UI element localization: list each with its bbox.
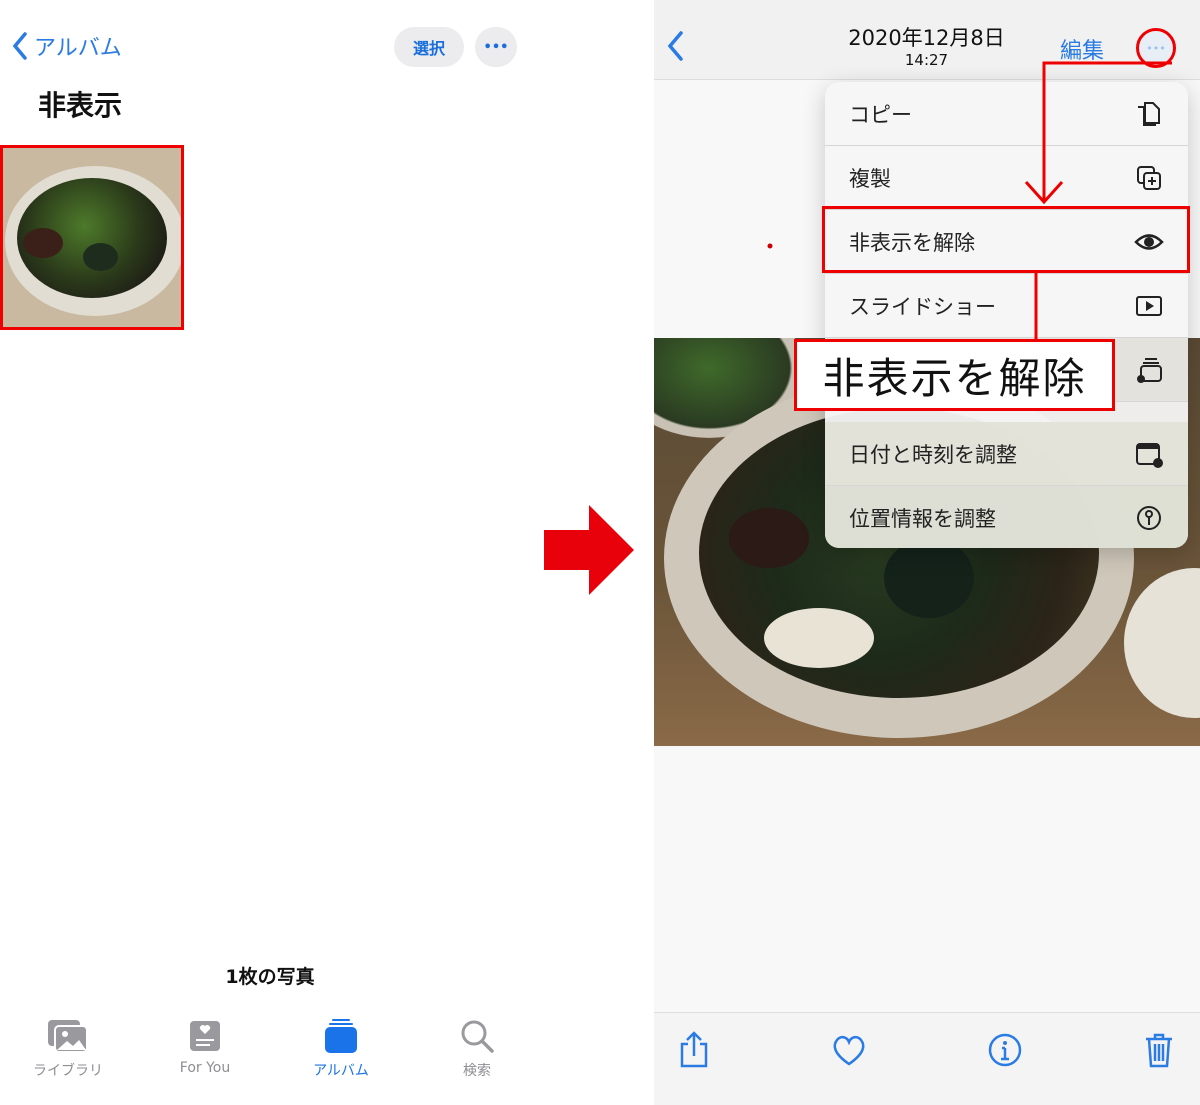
trash-icon <box>1146 1033 1172 1068</box>
tab-label: For You <box>179 1060 231 1076</box>
tab-library[interactable]: ライブラリ <box>18 1018 118 1080</box>
location-info-icon <box>1137 506 1161 530</box>
back-label: アルバム <box>34 36 122 61</box>
info-button[interactable] <box>985 1030 1025 1070</box>
chevron-left-icon <box>12 32 27 60</box>
delete-button[interactable] <box>1139 1030 1179 1070</box>
select-button[interactable]: 選択 <box>394 27 464 67</box>
info-icon <box>988 1033 1022 1067</box>
callout-label: 非表示を解除 <box>794 339 1115 411</box>
back-button[interactable]: アルバム <box>12 30 122 62</box>
arrow-right-icon <box>544 505 634 595</box>
tab-for-you[interactable]: For You <box>155 1018 255 1076</box>
menu-label: 日付と時刻を調整 <box>849 442 1017 467</box>
for-you-icon <box>190 1021 220 1051</box>
photo-detail-screen: 2020年12月8日 14:27 編集 ••• コピー 複製 非表示を解除 スラ… <box>654 0 1200 1105</box>
menu-label: 位置情報を調整 <box>849 507 996 531</box>
page-title: 非表示 <box>38 89 123 122</box>
menu-item-adjust-location[interactable]: 位置情報を調整 <box>825 486 1188 548</box>
photo-thumbnail[interactable] <box>0 145 184 330</box>
album-icon <box>325 1019 357 1053</box>
menu-item-adjust-date[interactable]: 日付と時刻を調整 <box>825 422 1188 486</box>
favorite-button[interactable] <box>829 1030 869 1070</box>
tab-label: 検索 <box>463 1063 491 1079</box>
photo-library-icon <box>48 1020 88 1053</box>
search-icon <box>461 1020 494 1053</box>
hidden-album-screen: アルバム 選択 ••• 非表示 1枚の写真 ライブラリ For You アルバム… <box>0 0 540 1105</box>
tab-search[interactable]: 検索 <box>427 1018 527 1080</box>
photo-count: 1枚の写真 <box>225 966 315 988</box>
bottom-toolbar <box>654 1012 1200 1105</box>
tab-label: アルバム <box>313 1063 369 1079</box>
tab-label: ライブラリ <box>33 1063 103 1079</box>
more-button[interactable]: ••• <box>475 27 517 67</box>
share-button[interactable] <box>674 1030 714 1070</box>
share-icon <box>680 1031 708 1068</box>
heart-icon <box>833 1035 865 1066</box>
calendar-clock-icon <box>1136 442 1163 468</box>
tab-albums[interactable]: アルバム <box>291 1018 391 1080</box>
